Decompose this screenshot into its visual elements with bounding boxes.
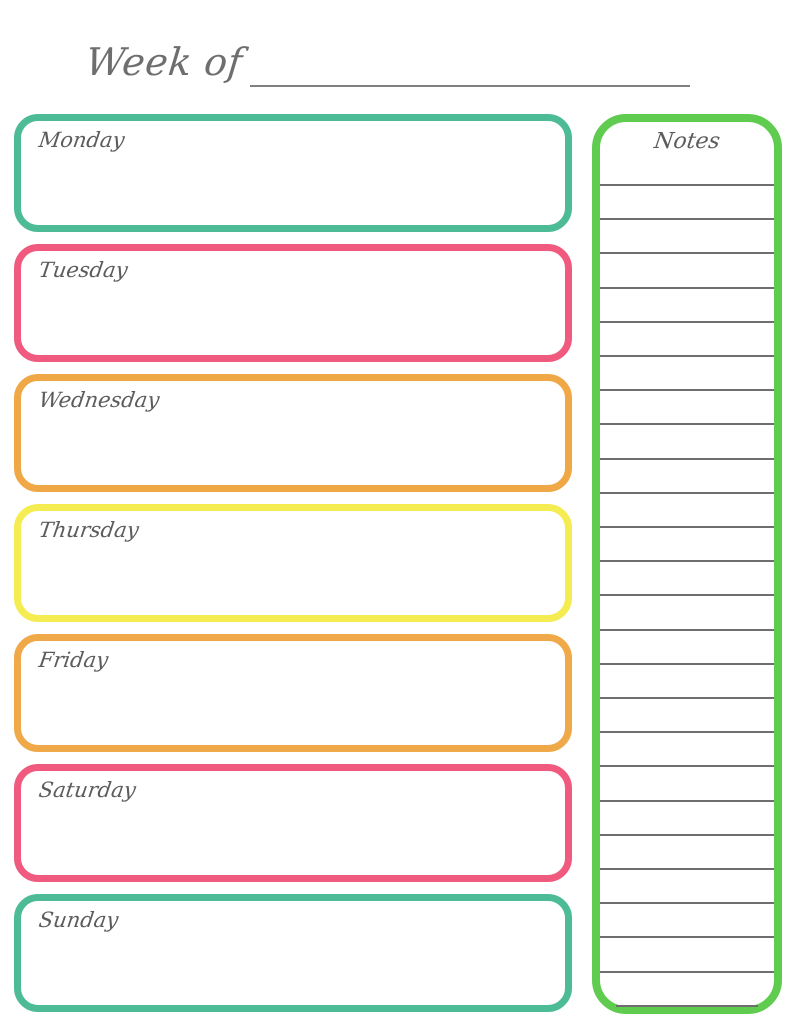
day-box-sunday[interactable]: Sunday (14, 894, 572, 1012)
note-line[interactable] (600, 697, 774, 699)
note-line[interactable] (600, 800, 774, 802)
note-line[interactable] (600, 834, 774, 836)
day-label: Saturday (37, 778, 138, 802)
page-title: Week of (83, 40, 245, 84)
note-line[interactable] (600, 936, 774, 938)
notes-ruled-lines (600, 122, 774, 1007)
note-line[interactable] (600, 252, 774, 254)
day-boxes-column: Monday Tuesday Wednesday Thursday Friday Satu… (14, 114, 574, 1014)
note-line[interactable] (600, 663, 774, 665)
day-box-tuesday[interactable]: Tuesday (14, 244, 572, 362)
day-label: Tuesday (37, 258, 130, 282)
note-line[interactable] (600, 218, 774, 220)
note-line[interactable] (600, 765, 774, 767)
note-line[interactable] (600, 868, 774, 870)
note-line[interactable] (600, 389, 774, 391)
note-line[interactable] (600, 423, 774, 425)
page-header: Week of (0, 18, 791, 88)
day-box-friday[interactable]: Friday (14, 634, 572, 752)
day-box-monday[interactable]: Monday (14, 114, 572, 232)
day-label: Sunday (37, 908, 120, 932)
note-line[interactable] (600, 902, 774, 904)
day-box-thursday[interactable]: Thursday (14, 504, 572, 622)
day-box-wednesday[interactable]: Wednesday (14, 374, 572, 492)
note-line[interactable] (600, 184, 774, 186)
day-label: Monday (37, 128, 127, 152)
week-of-write-in-line[interactable] (250, 85, 690, 87)
note-line[interactable] (600, 594, 774, 596)
note-line[interactable] (600, 526, 774, 528)
note-line[interactable] (600, 629, 774, 631)
notes-panel[interactable]: Notes (592, 114, 782, 1014)
note-line[interactable] (600, 731, 774, 733)
note-line[interactable] (600, 321, 774, 323)
day-label: Wednesday (37, 388, 161, 412)
day-box-saturday[interactable]: Saturday (14, 764, 572, 882)
day-label: Thursday (37, 518, 141, 542)
day-label: Friday (37, 648, 110, 672)
note-line[interactable] (600, 355, 774, 357)
note-line[interactable] (600, 560, 774, 562)
note-line[interactable] (600, 287, 774, 289)
note-line[interactable] (600, 492, 774, 494)
note-line[interactable] (600, 458, 774, 460)
note-line[interactable] (600, 971, 774, 973)
note-line[interactable] (616, 1005, 758, 1007)
weekly-planner-page: Week of Monday Tuesday Wednesday Thursday Fr… (0, 0, 791, 1024)
